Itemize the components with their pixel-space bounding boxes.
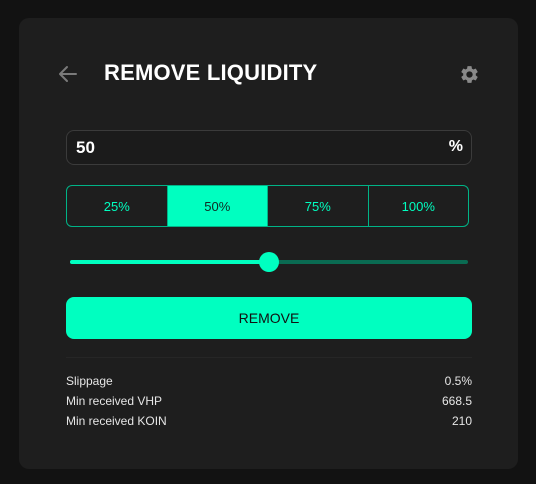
amount-field: % — [66, 130, 472, 165]
slider-thumb[interactable] — [259, 252, 279, 272]
remove-button[interactable]: REMOVE — [66, 297, 472, 339]
detail-value: 0.5% — [444, 374, 472, 388]
detail-row-min-koin: Min received KOIN 210 — [66, 411, 472, 431]
transaction-details: Slippage 0.5% Min received VHP 668.5 Min… — [66, 371, 472, 431]
page-title: REMOVE LIQUIDITY — [104, 60, 318, 85]
preset-25-button[interactable]: 25% — [67, 186, 168, 226]
slider-fill — [70, 260, 269, 264]
amount-input[interactable] — [67, 131, 437, 164]
preset-percent-selector: 25% 50% 75% 100% — [66, 185, 469, 227]
divider — [66, 357, 472, 358]
detail-row-slippage: Slippage 0.5% — [66, 371, 472, 391]
percent-unit-label: % — [448, 138, 463, 155]
detail-value: 210 — [451, 414, 472, 428]
amount-slider[interactable] — [70, 250, 468, 274]
preset-100-button[interactable]: 100% — [369, 186, 469, 226]
detail-row-min-vhp: Min received VHP 668.5 — [66, 391, 472, 411]
remove-liquidity-card: REMOVE LIQUIDITY % 25% 50% 75% 100% REMO… — [19, 18, 518, 469]
detail-value: 668.5 — [441, 394, 472, 408]
arrow-left-icon[interactable] — [57, 63, 79, 85]
detail-label: Slippage — [66, 374, 113, 388]
gear-icon[interactable] — [459, 64, 480, 85]
preset-50-button[interactable]: 50% — [167, 186, 268, 226]
preset-75-button[interactable]: 75% — [268, 186, 369, 226]
detail-label: Min received VHP — [66, 394, 163, 408]
detail-label: Min received KOIN — [66, 414, 167, 428]
